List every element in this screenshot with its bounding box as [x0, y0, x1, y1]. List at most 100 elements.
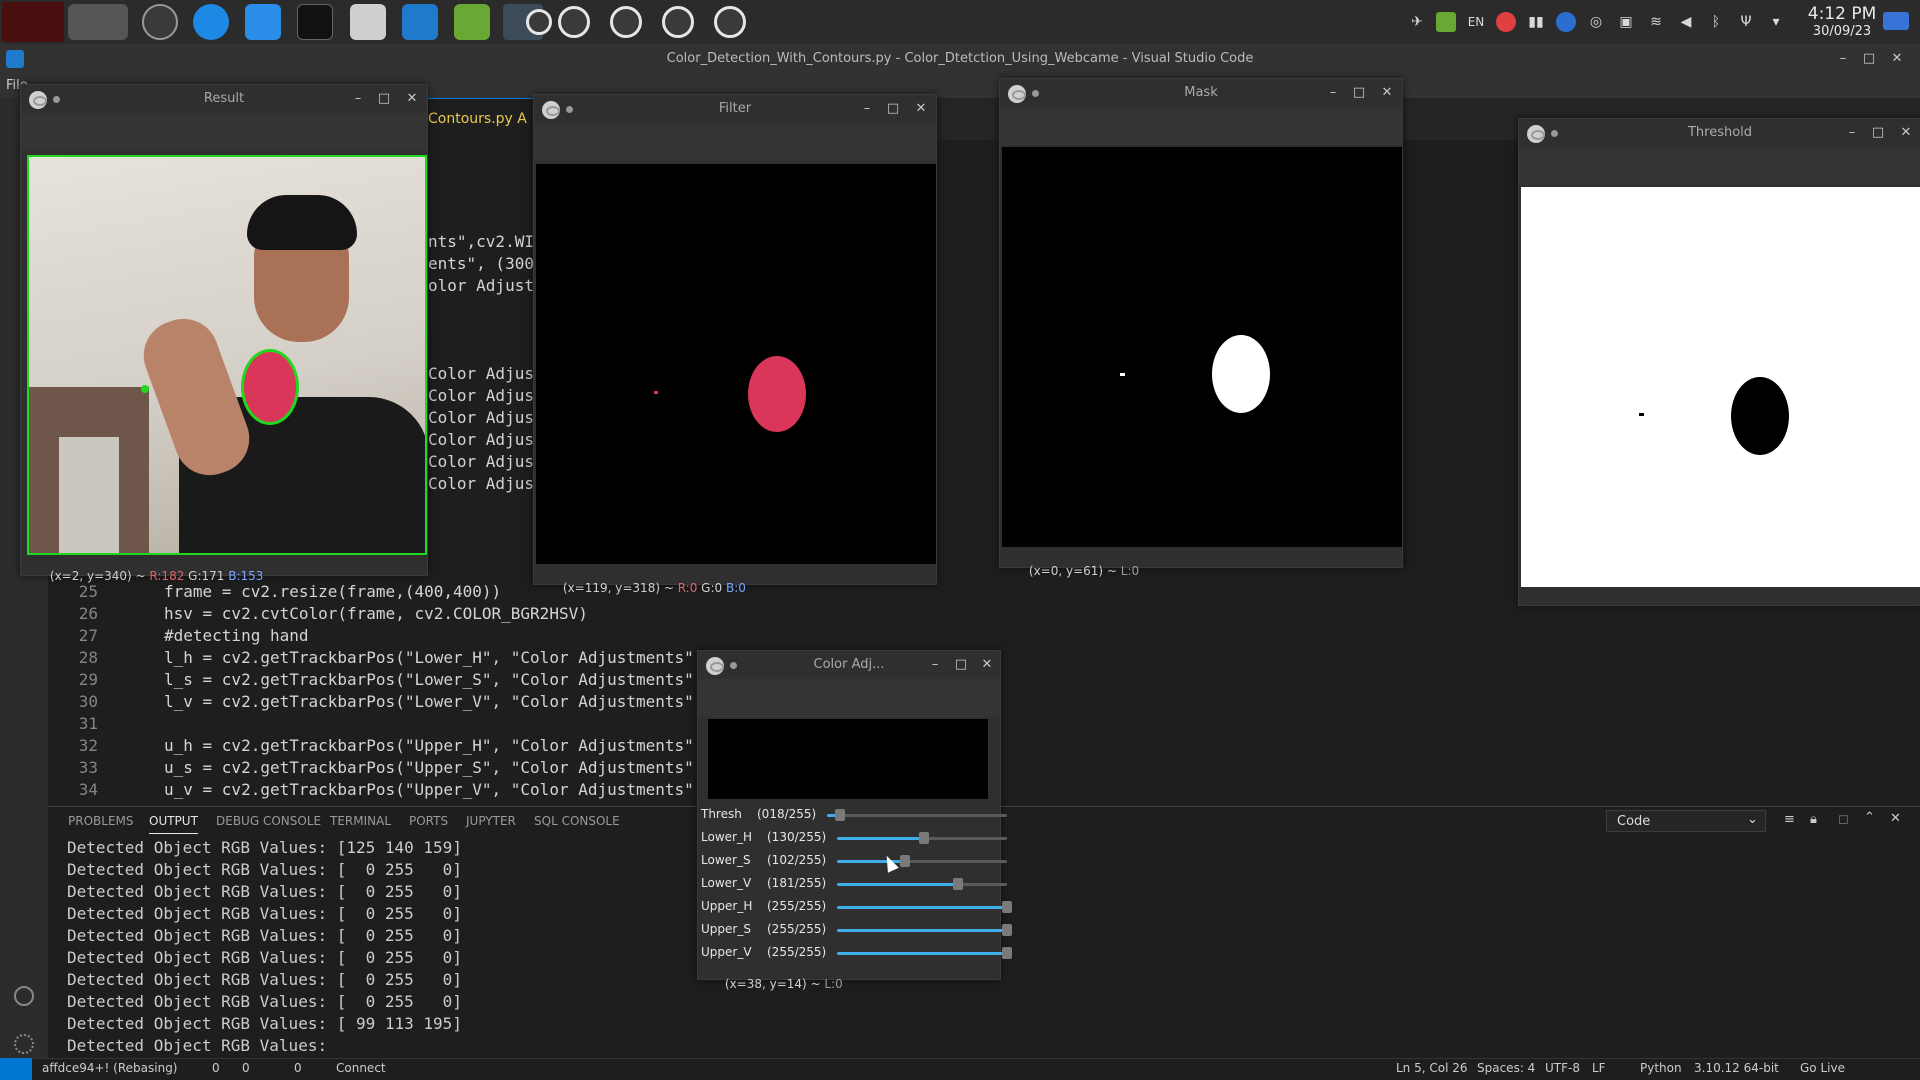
- app-store-icon[interactable]: [193, 4, 229, 40]
- maximize-icon[interactable]: □: [952, 656, 970, 674]
- kde-connect-icon[interactable]: ✈: [1407, 12, 1427, 32]
- ports-count[interactable]: 0: [294, 1061, 302, 1075]
- maximize-icon[interactable]: □: [884, 100, 902, 118]
- close-panel-icon[interactable]: ✕: [1890, 811, 1901, 826]
- android-tray-icon[interactable]: [1436, 12, 1456, 32]
- account-icon[interactable]: [14, 986, 34, 1006]
- trackbar-track[interactable]: [837, 901, 1012, 913]
- opencv-window-icon[interactable]: [558, 6, 590, 38]
- connect-button[interactable]: Connect: [336, 1061, 386, 1075]
- opencv-window-icon[interactable]: [610, 6, 642, 38]
- python-interpreter[interactable]: 3.10.12 64-bit: [1694, 1061, 1779, 1075]
- gear-icon[interactable]: [14, 1034, 34, 1054]
- tab-output[interactable]: OUTPUT: [149, 814, 198, 834]
- settings-icon[interactable]: [142, 4, 178, 40]
- trackbar-handle[interactable]: [918, 832, 929, 844]
- opencv-window-icon[interactable]: [714, 6, 746, 38]
- trackbar-lower-s[interactable]: Lower_S (102/255): [701, 851, 1007, 871]
- git-branch[interactable]: affdce94+! (Rebasing): [42, 1061, 178, 1075]
- maximize-icon[interactable]: □: [1860, 50, 1878, 68]
- lock-icon[interactable]: 🔒︎: [1810, 812, 1817, 827]
- close-icon[interactable]: ✕: [1888, 50, 1906, 68]
- cursor-position[interactable]: Ln 5, Col 26: [1396, 1061, 1468, 1075]
- vscode-icon[interactable]: [402, 4, 438, 40]
- trackbar-handle[interactable]: [1002, 901, 1012, 913]
- clipboard-tray-icon[interactable]: ▣: [1616, 12, 1636, 32]
- tab-jupyter[interactable]: JUPYTER: [466, 814, 516, 828]
- window-titlebar[interactable]: Filter – □ ✕: [534, 95, 936, 123]
- minimize-icon[interactable]: –: [858, 100, 876, 118]
- maximize-icon[interactable]: □: [1350, 84, 1368, 102]
- language-mode[interactable]: Python: [1640, 1061, 1682, 1075]
- close-icon[interactable]: ✕: [1897, 124, 1915, 142]
- encoding[interactable]: UTF-8: [1545, 1061, 1580, 1075]
- tab-sql-console[interactable]: SQL CONSOLE: [534, 814, 620, 828]
- trackbar-handle[interactable]: [952, 878, 963, 890]
- tray-expand-icon[interactable]: ▾: [1766, 12, 1786, 32]
- trackbar-track[interactable]: [837, 878, 1007, 890]
- mask-window[interactable]: Mask – □ ✕ (x=0, y=61) ~ L:0: [999, 78, 1403, 578]
- color-adjustments-window[interactable]: Color Adj... – □ ✕ Thresh (018/255) Lower_…: [697, 650, 1012, 991]
- warnings-count[interactable]: 0: [242, 1061, 250, 1075]
- maximize-panel-icon[interactable]: ⌃: [1864, 810, 1875, 825]
- close-icon[interactable]: ✕: [912, 100, 930, 118]
- tab-terminal[interactable]: TERMINAL: [330, 814, 391, 828]
- show-desktop-icon[interactable]: [1883, 12, 1909, 30]
- window-titlebar[interactable]: Color Adj... – □ ✕: [698, 651, 1000, 679]
- trackbar-track[interactable]: [827, 809, 1007, 821]
- pause-icon[interactable]: ▮▮: [1526, 12, 1546, 32]
- trackbar-upper-s[interactable]: Upper_S (255/255): [701, 920, 1012, 940]
- app-menu-icon[interactable]: [2, 2, 64, 42]
- trackbar-track[interactable]: [837, 924, 1012, 936]
- trackbar-lower-h[interactable]: Lower_H (130/255): [701, 828, 1007, 848]
- trackbar-handle[interactable]: [834, 809, 845, 821]
- tab-problems[interactable]: PROBLEMS: [68, 814, 134, 828]
- open-editor-icon[interactable]: ◻: [1838, 812, 1849, 827]
- android-icon[interactable]: [454, 4, 490, 40]
- indentation[interactable]: Spaces: 4: [1477, 1061, 1535, 1075]
- language-indicator[interactable]: EN: [1466, 12, 1486, 32]
- trackbar-handle[interactable]: [1002, 947, 1012, 959]
- usb-icon[interactable]: Ψ: [1736, 12, 1756, 32]
- tab-debug-console[interactable]: DEBUG CONSOLE: [216, 814, 321, 828]
- tab-ports[interactable]: PORTS: [409, 814, 448, 828]
- trackbar-track[interactable]: [837, 832, 1007, 844]
- minimize-icon[interactable]: –: [1843, 124, 1861, 142]
- trackbar-upper-v[interactable]: Upper_V (255/255): [701, 943, 1012, 963]
- threshold-window[interactable]: Threshold – □ ✕: [1518, 118, 1920, 606]
- opencv-window-icon[interactable]: [662, 6, 694, 38]
- result-window[interactable]: Result – □ ✕ (x=2, y=340) ~ R:182 G:171 …: [20, 84, 428, 583]
- bluetooth-icon[interactable]: ᛒ: [1706, 12, 1726, 32]
- network-icon[interactable]: ◎: [1586, 12, 1606, 32]
- window-titlebar[interactable]: Result – □ ✕: [21, 85, 427, 113]
- apps-grid-icon[interactable]: [68, 4, 128, 40]
- minimize-icon[interactable]: –: [926, 656, 944, 674]
- finder-icon[interactable]: [245, 4, 281, 40]
- clipboard-icon[interactable]: [350, 4, 386, 40]
- clock-time[interactable]: 4:12 PM: [1789, 4, 1895, 24]
- updates-icon[interactable]: [1556, 12, 1576, 32]
- filter-window[interactable]: Filter – □ ✕ (x=119, y=318) ~ R:0 G:0 B:…: [533, 94, 937, 595]
- errors-count[interactable]: 0: [212, 1061, 220, 1075]
- wifi-icon[interactable]: ≋: [1646, 12, 1666, 32]
- close-icon[interactable]: ✕: [1378, 84, 1396, 102]
- trackbar-track[interactable]: [837, 947, 1012, 959]
- trackbar-handle[interactable]: [1002, 924, 1012, 936]
- go-live-button[interactable]: Go Live: [1800, 1061, 1845, 1075]
- maximize-icon[interactable]: □: [1869, 124, 1887, 142]
- tab-active-file[interactable]: Contours.py A: [428, 98, 538, 140]
- window-titlebar[interactable]: Threshold – □ ✕: [1519, 119, 1920, 147]
- trackbar-handle[interactable]: [900, 855, 910, 867]
- window-titlebar[interactable]: Mask – □ ✕: [1000, 79, 1402, 107]
- record-icon[interactable]: [1496, 12, 1516, 32]
- clear-output-icon[interactable]: ≡: [1784, 812, 1795, 827]
- terminal-icon[interactable]: [297, 4, 333, 40]
- minimize-icon[interactable]: –: [1834, 50, 1852, 68]
- trackbar-thresh[interactable]: Thresh (018/255): [701, 805, 1007, 825]
- volume-icon[interactable]: ◀: [1676, 12, 1696, 32]
- trackbar-upper-h[interactable]: Upper_H (255/255): [701, 897, 1012, 917]
- minimize-icon[interactable]: –: [1324, 84, 1342, 102]
- opencv-window-icon[interactable]: [526, 9, 552, 35]
- clock-date[interactable]: 30/09/23: [1789, 24, 1895, 39]
- trackbar-track[interactable]: [837, 855, 1007, 867]
